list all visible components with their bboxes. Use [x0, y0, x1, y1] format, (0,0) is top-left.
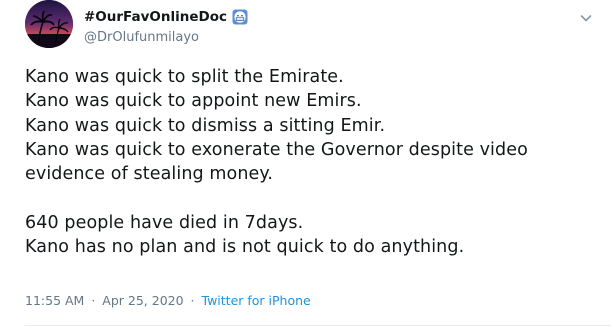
display-name-row: #OurFavOnlineDoc — [84, 7, 248, 27]
tweet-text-line: Kano was quick to dismiss a sitting Emir… — [25, 115, 386, 136]
chevron-down-icon[interactable] — [579, 10, 593, 24]
tweet-source-link[interactable]: Twitter for iPhone — [202, 293, 311, 308]
tweet-time[interactable]: 11:55 AM — [25, 293, 84, 308]
tweet-text: Kano was quick to split the Emirate. Kan… — [25, 65, 605, 259]
tweet-text-line: Kano has no plan and is not quick to do … — [25, 237, 465, 258]
avatar[interactable] — [25, 0, 73, 48]
user-handle[interactable]: @DrOlufunmilayo — [84, 30, 248, 45]
meta-separator: · — [91, 293, 96, 308]
tweet-text-line: evidence of stealing money. — [25, 164, 274, 185]
meta-separator: · — [190, 293, 195, 308]
tweet-header: #OurFavOnlineDoc @DrOlufunmilayo — [84, 7, 248, 45]
tweet-text-line: Kano was quick to appoint new Emirs. — [25, 91, 362, 112]
tweet-text-line: Kano was quick to split the Emirate. — [25, 67, 344, 87]
tweet-card[interactable]: #OurFavOnlineDoc @DrOlufunmilayo Kano wa… — [0, 0, 611, 329]
tweet-text-line: 640 people have died in 7days. — [25, 212, 304, 233]
tweet-text-line: Kano was quick to exonerate the Governor… — [25, 139, 528, 160]
divider — [25, 325, 611, 326]
display-name[interactable]: #OurFavOnlineDoc — [84, 9, 227, 25]
tweet-metadata: 11:55 AM · Apr 25, 2020 · Twitter for iP… — [25, 293, 311, 308]
tweet-date[interactable]: Apr 25, 2020 — [102, 293, 183, 308]
medical-mask-emoji-icon — [232, 9, 248, 25]
